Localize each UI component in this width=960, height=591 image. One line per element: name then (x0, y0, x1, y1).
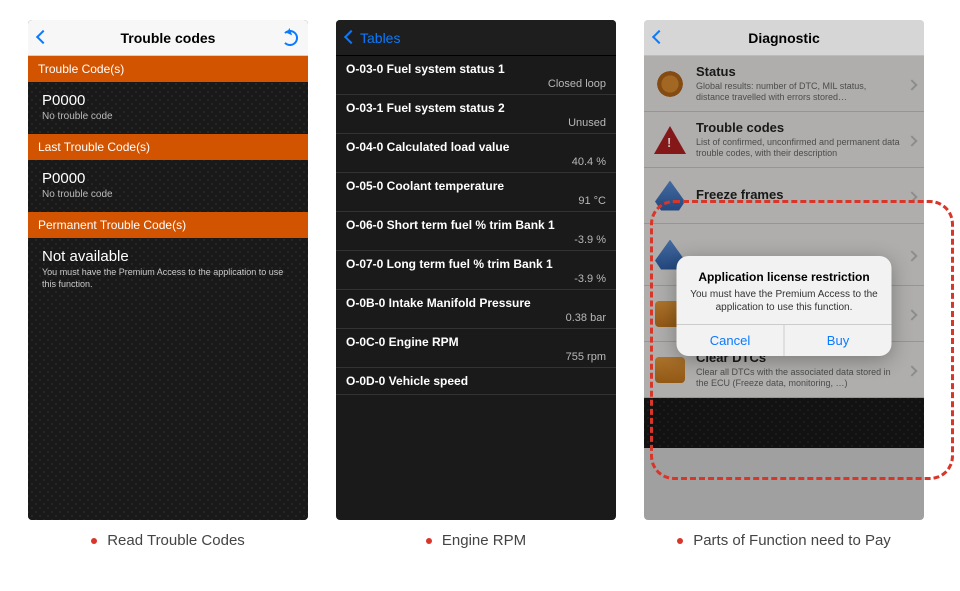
caption-1: Read Trouble Codes (28, 532, 308, 549)
navbar: Tables (336, 20, 616, 56)
bullet-icon (426, 538, 432, 544)
back-button[interactable] (38, 29, 62, 46)
code-row[interactable]: P0000 No trouble code (28, 160, 308, 212)
code-value: P0000 (42, 170, 294, 187)
alert-cancel-button[interactable]: Cancel (677, 325, 784, 356)
caption-3: Parts of Function need to Pay (644, 532, 924, 549)
code-value: P0000 (42, 92, 294, 109)
code-desc: No trouble code (42, 111, 294, 122)
alert-buy-button[interactable]: Buy (784, 325, 892, 356)
pid-row[interactable]: O-06-0 Short term fuel % trim Bank 1-3.9… (336, 212, 616, 251)
pid-row[interactable]: O-03-0 Fuel system status 1Closed loop (336, 56, 616, 95)
section-header: Permanent Trouble Code(s) (28, 212, 308, 238)
pid-row[interactable]: O-0D-0 Vehicle speed (336, 368, 616, 395)
pid-row[interactable]: O-0B-0 Intake Manifold Pressure0.38 bar (336, 290, 616, 329)
back-label: Tables (360, 30, 400, 46)
phone-tables: Tables O-03-0 Fuel system status 1Closed… (336, 20, 616, 520)
back-button[interactable]: Tables (346, 29, 400, 46)
pid-row[interactable]: O-07-0 Long term fuel % trim Bank 1-3.9 … (336, 251, 616, 290)
refresh-icon (282, 30, 298, 46)
pid-row[interactable]: O-05-0 Coolant temperature91 °C (336, 173, 616, 212)
section-header: Last Trouble Code(s) (28, 134, 308, 160)
code-value: Not available (42, 248, 294, 265)
code-sub: You must have the Premium Access to the … (42, 267, 294, 290)
trouble-codes-content: Trouble Code(s) P0000 No trouble code La… (28, 56, 308, 520)
back-button[interactable] (654, 29, 678, 46)
pid-list[interactable]: O-03-0 Fuel system status 1Closed loop O… (336, 56, 616, 520)
chevron-left-icon (38, 29, 48, 46)
chevron-left-icon (654, 29, 664, 46)
pid-row[interactable]: O-04-0 Calculated load value40.4 % (336, 134, 616, 173)
alert-message: You must have the Premium Access to the … (689, 288, 880, 314)
code-row[interactable]: Not available You must have the Premium … (28, 238, 308, 302)
diagnostic-content: Status Global results: number of DTC, MI… (644, 56, 924, 520)
pid-row[interactable]: O-0C-0 Engine RPM755 rpm (336, 329, 616, 368)
license-alert: Application license restriction You must… (677, 256, 892, 356)
code-desc: No trouble code (42, 189, 294, 200)
chevron-left-icon (346, 29, 356, 46)
nav-title: Diagnostic (678, 30, 890, 46)
section-header: Trouble Code(s) (28, 56, 308, 82)
phone-trouble-codes: Trouble codes Trouble Code(s) P0000 No t… (28, 20, 308, 520)
phone-diagnostic: Diagnostic Status Global results: number… (644, 20, 924, 520)
navbar: Trouble codes (28, 20, 308, 56)
alert-title: Application license restriction (689, 270, 880, 284)
caption-2: Engine RPM (336, 532, 616, 549)
navbar: Diagnostic (644, 20, 924, 56)
pid-row[interactable]: O-03-1 Fuel system status 2Unused (336, 95, 616, 134)
nav-title: Trouble codes (62, 30, 274, 46)
refresh-button[interactable] (274, 30, 298, 46)
code-row[interactable]: P0000 No trouble code (28, 82, 308, 134)
bullet-icon (677, 538, 683, 544)
bullet-icon (91, 538, 97, 544)
